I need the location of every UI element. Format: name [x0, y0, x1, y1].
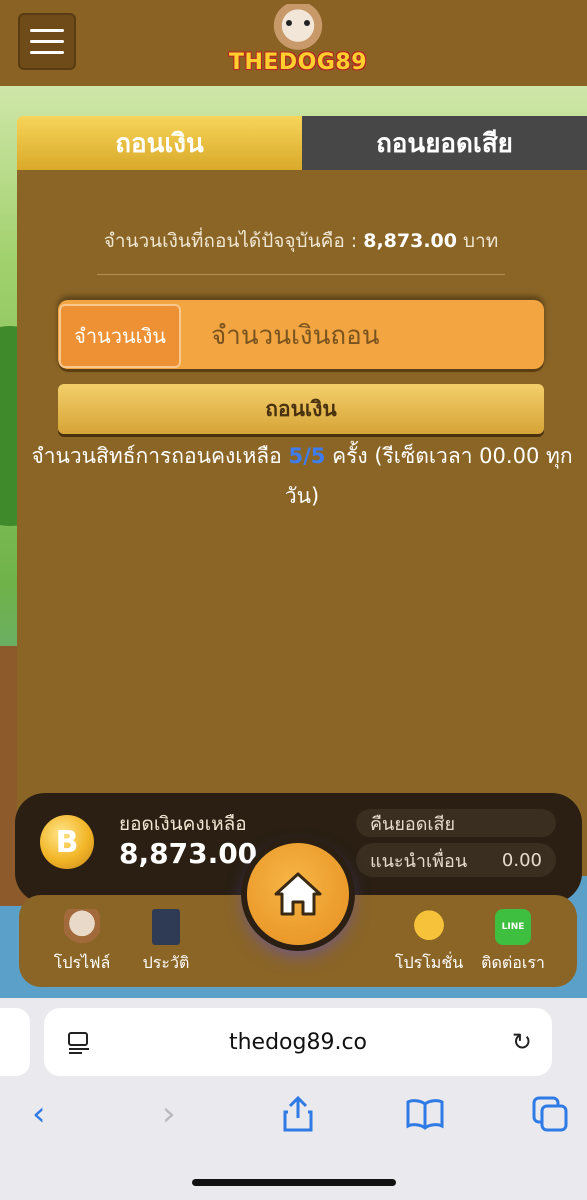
- balance-label: ยอดเงินคงเหลือ: [119, 813, 247, 835]
- withdraw-rights-text: จำนวนสิทธ์การถอนคงเหลือ 5/5 ครั้ง (รีเซ็…: [25, 436, 579, 516]
- withdraw-form: จำนวนเงินที่ถอนได้ปัจจุบันคือ : 8,873.00…: [17, 170, 587, 876]
- nav-promotion-label: โปรโมชั่น: [394, 953, 464, 972]
- available-unit: บาท: [463, 230, 499, 252]
- nav-profile[interactable]: โปรไฟล์: [42, 909, 122, 976]
- address-bar[interactable]: thedog89.co ↻: [44, 1008, 552, 1076]
- amount-input[interactable]: [181, 304, 544, 368]
- balance-value: 8,873.00: [119, 837, 258, 870]
- rights-prefix: จำนวนสิทธ์การถอนคงเหลือ: [31, 444, 282, 468]
- withdraw-submit-button[interactable]: ถอนเงิน: [58, 384, 544, 434]
- withdraw-panel: ถอนเงิน ถอนยอดเสีย จำนวนเงินที่ถอนได้ปัจ…: [17, 116, 587, 876]
- amount-field-group: จำนวนเงิน: [58, 300, 544, 372]
- nav-contact[interactable]: LINE ติดต่อเรา: [473, 909, 553, 976]
- nav-history-label: ประวัติ: [142, 953, 190, 972]
- hamburger-menu-button[interactable]: [18, 13, 76, 70]
- bell-icon: [411, 909, 447, 945]
- referral-label: แนะนำเพื่อน: [370, 850, 468, 872]
- bitcoin-coin-icon: B: [40, 815, 94, 869]
- withdraw-tabs: ถอนเงิน ถอนยอดเสีย: [17, 116, 587, 170]
- tab-withdraw-cashback[interactable]: ถอนยอดเสีย: [302, 116, 587, 170]
- line-icon: LINE: [495, 909, 531, 945]
- home-indicator: [192, 1179, 396, 1186]
- tab-withdraw[interactable]: ถอนเงิน: [17, 116, 302, 170]
- home-icon: [274, 872, 322, 916]
- nav-profile-label: โปรไฟล์: [53, 953, 111, 972]
- site-header: THEDOG89: [0, 0, 587, 86]
- referral-pill[interactable]: แนะนำเพื่อน 0.00: [356, 843, 556, 877]
- document-icon: [152, 909, 180, 945]
- logo-text: THEDOG89: [228, 50, 368, 75]
- nav-history[interactable]: ประวัติ: [126, 909, 206, 976]
- home-button[interactable]: [247, 843, 349, 945]
- cashback-pill[interactable]: คืนยอดเสีย: [356, 809, 556, 837]
- share-icon[interactable]: [282, 1096, 314, 1132]
- bookmarks-icon[interactable]: [406, 1098, 444, 1130]
- forward-icon[interactable]: ›: [162, 1094, 176, 1134]
- previous-tab-peek[interactable]: [0, 1008, 30, 1076]
- back-icon[interactable]: ‹: [32, 1094, 46, 1134]
- rights-count: 5/5: [288, 444, 326, 468]
- menu-line: [30, 29, 64, 32]
- bulldog-mascot-icon: [268, 4, 328, 52]
- profile-icon: [64, 909, 100, 945]
- browser-chrome: thedog89.co ↻ ‹ ›: [0, 998, 587, 1200]
- cashback-label: คืนยอดเสีย: [370, 813, 456, 835]
- url-text: thedog89.co: [228, 1029, 368, 1055]
- menu-line: [30, 51, 64, 54]
- nav-promotion[interactable]: โปรโมชั่น: [389, 909, 469, 976]
- reader-icon[interactable]: [66, 1030, 92, 1054]
- tabs-icon[interactable]: [532, 1096, 568, 1132]
- referral-value: 0.00: [501, 849, 542, 871]
- reload-icon[interactable]: ↻: [512, 1028, 532, 1056]
- amount-label: จำนวนเงิน: [59, 304, 181, 368]
- available-prefix: จำนวนเงินที่ถอนได้ปัจจุบันคือ :: [103, 230, 358, 252]
- available-amount: 8,873.00: [363, 230, 457, 252]
- available-amount-text: จำนวนเงินที่ถอนได้ปัจจุบันคือ : 8,873.00…: [97, 226, 505, 275]
- rights-suffix: ครั้ง (รีเซ็ตเวลา 00.00 ทุกวัน): [284, 444, 573, 508]
- menu-line: [30, 40, 64, 43]
- site-logo[interactable]: THEDOG89: [228, 4, 368, 82]
- nav-contact-label: ติดต่อเรา: [481, 953, 545, 972]
